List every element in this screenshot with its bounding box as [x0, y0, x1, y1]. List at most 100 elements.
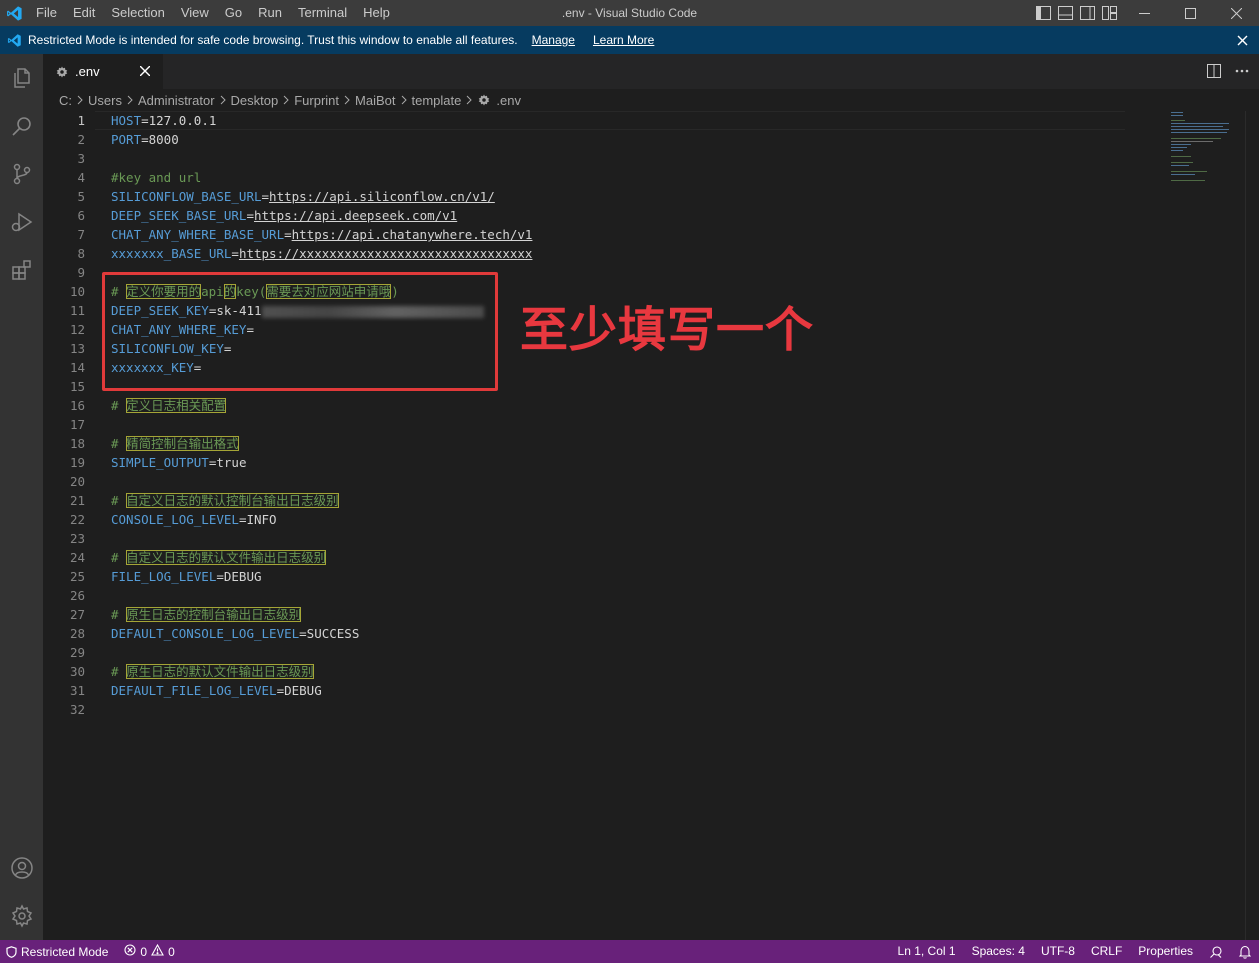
notifications-bell-icon[interactable]	[1231, 940, 1259, 963]
menu-help[interactable]: Help	[355, 0, 398, 26]
code-line: FILE_LOG_LEVEL=DEBUG	[111, 567, 262, 586]
run-debug-icon[interactable]	[0, 198, 43, 246]
status-bar: Restricted Mode 0 0 Ln 1, Col 1 Spaces: …	[0, 940, 1259, 963]
toggle-secondary-sidebar-icon[interactable]	[1079, 5, 1095, 21]
end-of-line[interactable]: CRLF	[1083, 940, 1130, 963]
comment: #	[111, 436, 127, 451]
line-number: 7	[77, 227, 85, 242]
warning-count: 0	[168, 944, 175, 959]
warning-icon	[151, 943, 164, 959]
menu-selection[interactable]: Selection	[103, 0, 172, 26]
breadcrumb-item[interactable]: C:	[59, 93, 72, 108]
title-bar: File Edit Selection View Go Run Terminal…	[0, 0, 1259, 26]
accounts-icon[interactable]	[0, 844, 43, 892]
window-title: .env - Visual Studio Code	[561, 6, 698, 20]
restricted-mode-label: Restricted Mode	[21, 944, 109, 959]
line-number: 16	[69, 398, 85, 413]
tab-env[interactable]: .env	[43, 54, 163, 89]
settings-file-icon	[477, 93, 491, 107]
source-control-icon[interactable]	[0, 150, 43, 198]
menu-go[interactable]: Go	[217, 0, 250, 26]
comment: #key and url	[111, 170, 202, 185]
line-number: 28	[69, 626, 85, 641]
line-number: 24	[69, 550, 85, 565]
menu-terminal[interactable]: Terminal	[290, 0, 355, 26]
feedback-icon[interactable]	[1201, 940, 1231, 963]
env-key: HOST	[111, 113, 142, 128]
comment-cjk: 自定义日志的默认控制台输出日志级别	[126, 493, 339, 508]
line-number: 22	[69, 512, 85, 527]
env-value: =INFO	[238, 512, 277, 527]
menu-run[interactable]: Run	[250, 0, 290, 26]
comment: #	[111, 664, 127, 679]
minimize-icon[interactable]	[1121, 0, 1167, 26]
code-line: # 原生日志的默认文件输出日志级别	[111, 662, 314, 681]
editor[interactable]: 1 2 3 4 5 6 7 8 9 10 11 12 13 14 15 16 1…	[43, 111, 1259, 940]
breadcrumb-item[interactable]: template	[412, 93, 462, 108]
customize-layout-icon[interactable]	[1101, 5, 1117, 21]
menu-edit[interactable]: Edit	[65, 0, 103, 26]
line-number: 5	[77, 189, 85, 204]
line-number: 29	[69, 645, 85, 660]
restricted-mode-status[interactable]: Restricted Mode	[0, 940, 117, 963]
toggle-panel-icon[interactable]	[1057, 5, 1073, 21]
more-actions-icon[interactable]	[1233, 62, 1251, 80]
line-number: 12	[69, 322, 85, 337]
split-editor-icon[interactable]	[1205, 62, 1223, 80]
menu-view[interactable]: View	[173, 0, 217, 26]
manage-gear-icon[interactable]	[0, 892, 43, 940]
line-number: 9	[77, 265, 85, 280]
breadcrumb-item[interactable]: Administrator	[138, 93, 215, 108]
search-icon[interactable]	[0, 102, 43, 150]
chevron-right-icon	[283, 95, 289, 105]
toggle-primary-sidebar-icon[interactable]	[1035, 5, 1051, 21]
vertical-scrollbar[interactable]	[1245, 111, 1259, 940]
env-key: DEFAULT_FILE_LOG_LEVEL	[111, 683, 277, 698]
indentation[interactable]: Spaces: 4	[964, 940, 1033, 963]
breadcrumb-item[interactable]: MaiBot	[355, 93, 395, 108]
breadcrumb-item[interactable]: Users	[88, 93, 122, 108]
close-icon[interactable]	[137, 63, 153, 79]
code-line: CONSOLE_LOG_LEVEL=INFO	[111, 510, 277, 529]
restricted-mode-banner: Restricted Mode is intended for safe cod…	[0, 26, 1259, 54]
problems-status[interactable]: 0 0	[116, 940, 182, 963]
comment-cjk: 原生日志的控制台输出日志级别	[126, 607, 302, 622]
minimap[interactable]	[1171, 111, 1241, 181]
close-window-icon[interactable]	[1213, 0, 1259, 26]
comment: #	[111, 493, 127, 508]
env-value: =SUCCESS	[299, 626, 360, 641]
menu-file[interactable]: File	[28, 0, 65, 26]
comment-cjk: 自定义日志的默认文件输出日志级别	[126, 550, 327, 565]
activity-bar	[0, 54, 43, 940]
line-number: 25	[69, 569, 85, 584]
code-line: #key and url	[111, 168, 201, 187]
breadcrumb-item[interactable]: Furprint	[294, 93, 339, 108]
tab-bar: .env	[43, 54, 1259, 89]
breadcrumb-item[interactable]: Desktop	[231, 93, 279, 108]
breadcrumb-item[interactable]: .env	[496, 93, 521, 108]
comment-cjk: 原生日志的默认文件输出日志级别	[126, 664, 314, 679]
close-icon[interactable]	[1233, 31, 1251, 49]
maximize-icon[interactable]	[1167, 0, 1213, 26]
extensions-icon[interactable]	[0, 246, 43, 294]
code-line: DEEP_SEEK_BASE_URL=https://api.deepseek.…	[111, 206, 457, 225]
annotation-highlight-box	[102, 272, 498, 391]
line-number: 8	[77, 246, 85, 261]
code-line: DEFAULT_FILE_LOG_LEVEL=DEBUG	[111, 681, 322, 700]
cursor-position[interactable]: Ln 1, Col 1	[890, 940, 964, 963]
line-number: 19	[69, 455, 85, 470]
encoding[interactable]: UTF-8	[1033, 940, 1083, 963]
env-key: SILICONFLOW_BASE_URL	[111, 189, 262, 204]
manage-link[interactable]: Manage	[532, 33, 575, 47]
shield-icon	[6, 945, 17, 958]
learn-more-link[interactable]: Learn More	[593, 33, 654, 47]
vscode-logo-icon	[0, 0, 28, 26]
chevron-right-icon	[77, 95, 83, 105]
equals: =	[284, 227, 292, 242]
line-number: 20	[69, 474, 85, 489]
line-number: 21	[69, 493, 85, 508]
explorer-icon[interactable]	[0, 54, 43, 102]
language-mode[interactable]: Properties	[1130, 940, 1201, 963]
env-value: =DEBUG	[216, 569, 262, 584]
error-icon	[124, 944, 136, 959]
